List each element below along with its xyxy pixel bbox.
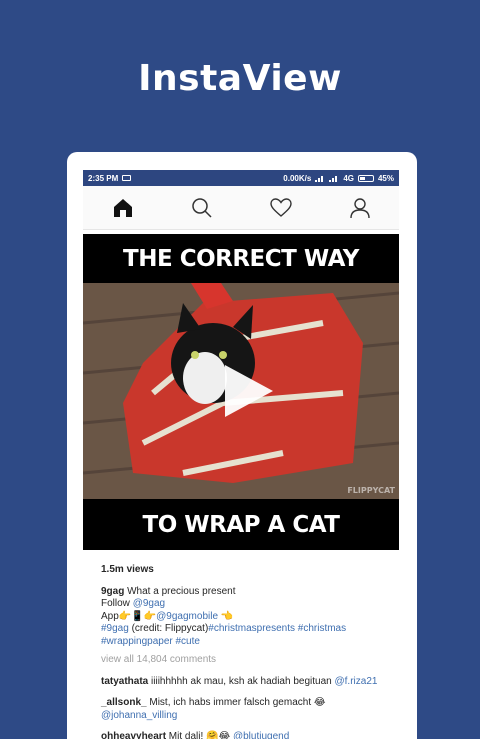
hashtag-christmas[interactable]: #christmas [295,623,346,634]
view-count: 1.5m views [101,564,154,575]
comment-mention[interactable]: @blutjugend [233,731,289,739]
comment-text: Mist, ich habs immer falsch gemacht 😂 [146,697,326,708]
nav-home[interactable] [108,193,138,223]
search-icon [191,197,212,218]
status-bar: 2:35 PM 0.00K/s 4G 45% [83,170,399,186]
network-type: 4G [343,173,354,183]
comment-username[interactable]: ohheavyheart [101,731,166,739]
mention-9gag[interactable]: @9gag [133,598,165,609]
app-title: InstaView [138,58,342,99]
comment-username[interactable]: _allsonk_ [101,697,147,708]
home-icon [113,198,132,217]
post-video[interactable]: THE CORRECT WAY FLIPPYCAT TO WRAP A CAT [83,234,399,550]
hashtag-christmaspresents[interactable]: #christmaspresents [208,623,295,634]
mention-9gagmobile[interactable]: @9gagmobile [156,611,218,622]
message-notification-icon [122,175,132,181]
comment-username[interactable]: tatyathata [101,676,148,687]
video-caption-bottom: TO WRAP A CAT [142,511,340,538]
comment-text: iiiihhhhh ak mau, ksh ak hadiah begituan [148,675,335,687]
comment-item: _allsonk_ Mist, ich habs immer falsch ge… [101,697,381,722]
battery-level: 45% [377,173,394,183]
comment-mention[interactable]: @johanna_villing [101,710,177,721]
bottom-nav [83,186,399,230]
profile-icon [349,197,370,218]
nav-activity[interactable] [266,193,296,223]
caption-credit-text: (credit: Flippycat) [128,623,209,634]
video-caption-top: THE CORRECT WAY [123,245,359,272]
network-speed: 0.00K/s [283,173,312,183]
comment-mention[interactable]: @f.riza21 [335,676,378,687]
hashtag-cute[interactable]: #cute [173,636,199,647]
caption-username[interactable]: 9gag [101,586,124,597]
hashtag-wrappingpaper[interactable]: #wrappingpaper [101,636,173,647]
phone-screen: 2:35 PM 0.00K/s 4G 45% THE CORRECT WAY F… [83,170,399,739]
caption-app-text: App👉📱👉 [101,610,157,622]
video-watermark: FLIPPYCAT [347,486,395,495]
signal-icon [315,175,325,182]
nav-profile[interactable] [345,193,375,223]
phone-frame: 2:35 PM 0.00K/s 4G 45% THE CORRECT WAY F… [67,152,417,739]
view-all-comments-link[interactable]: view all 14,804 comments [101,654,381,667]
signal-icon-2 [329,175,339,182]
heart-icon [269,197,292,217]
comment-text: Mit dali! 🤗😂 [166,731,233,739]
comment-item: tatyathata iiiihhhhh ak mau, ksh ak hadi… [101,676,381,689]
post-caption: 9gag What a precious present Follow @9ga… [101,586,381,649]
caption-app-suffix: 👈 [218,610,234,622]
battery-icon [357,174,374,182]
nav-search[interactable] [187,193,217,223]
post-body: 1.5m views 9gag What a precious present … [83,550,399,739]
caption-follow-text: Follow [101,598,133,609]
hashtag-9gag[interactable]: #9gag [101,623,129,634]
video-frame: FLIPPYCAT [83,283,399,499]
play-button-icon[interactable] [225,365,273,417]
status-time: 2:35 PM [88,173,119,183]
caption-text: What a precious present [124,585,236,597]
comment-item: ohheavyheart Mit dali! 🤗😂 @blutjugend [101,731,381,739]
